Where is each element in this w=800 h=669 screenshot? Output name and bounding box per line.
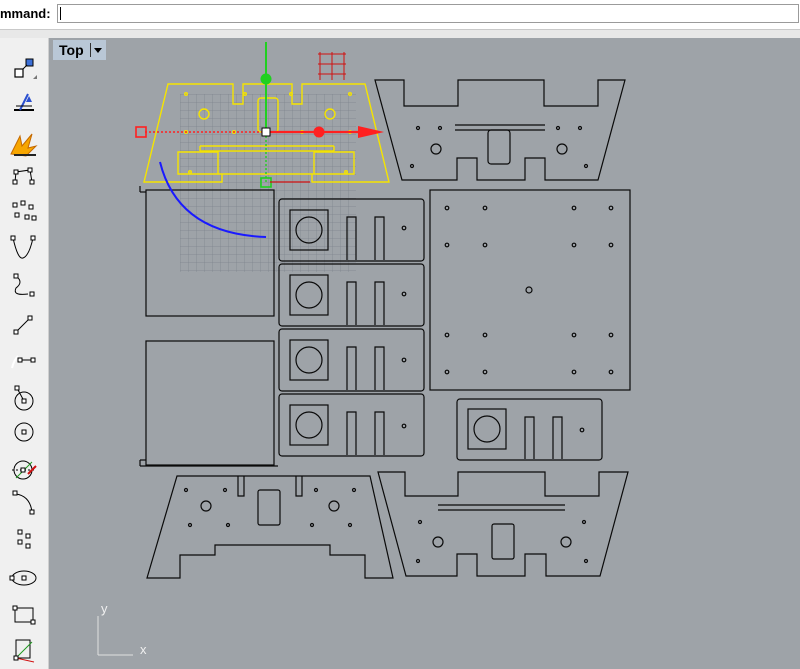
- toolbar-separator: [0, 30, 800, 38]
- circle-3-point-icon[interactable]: [6, 454, 40, 484]
- curve-through-points-icon[interactable]: [6, 196, 40, 226]
- construction-grid: [180, 94, 356, 272]
- x-scale-handle[interactable]: [313, 126, 325, 138]
- line-segment-icon[interactable]: [6, 310, 40, 340]
- y-scale-handle[interactable]: [260, 73, 272, 85]
- axis-y-label: y: [101, 601, 108, 616]
- explode-icon[interactable]: [6, 128, 40, 158]
- hatch-marker: [318, 52, 346, 80]
- scale-2d-icon[interactable]: [6, 55, 40, 85]
- gumball-icon[interactable]: [6, 634, 40, 664]
- command-prompt-label: mmand:: [0, 6, 51, 21]
- control-point-curve-icon[interactable]: [6, 162, 40, 192]
- rectangle-icon[interactable]: [6, 600, 40, 630]
- sketch-curve-icon[interactable]: [6, 272, 40, 302]
- gumball-origin[interactable]: [261, 127, 271, 137]
- polyline-icon[interactable]: [6, 344, 40, 374]
- viewport-tab[interactable]: Top: [53, 40, 106, 60]
- viewport-tab-label: Top: [59, 42, 84, 58]
- x-axis-end-handle[interactable]: [135, 126, 147, 138]
- extend-to-boundary-icon[interactable]: [6, 88, 40, 118]
- text-caret: [60, 7, 61, 20]
- bracket-part-3: [278, 328, 425, 392]
- circle-tangent-icon[interactable]: [6, 416, 40, 446]
- points-icon[interactable]: [6, 524, 40, 554]
- bracket-part-2: [278, 263, 425, 327]
- arc-start-end-icon[interactable]: [6, 488, 40, 518]
- world-axes-indicator: y x: [97, 601, 147, 657]
- command-bar: mmand:: [0, 0, 800, 30]
- left-toolbar: [0, 38, 49, 669]
- command-input[interactable]: [57, 4, 799, 23]
- top-viewport[interactable]: y x Top: [49, 38, 800, 669]
- chevron-down-icon[interactable]: [89, 43, 103, 57]
- ellipse-icon[interactable]: [6, 562, 40, 592]
- bracket-part-4: [278, 393, 425, 457]
- interpolate-curve-icon[interactable]: [6, 232, 40, 262]
- viewport-canvas[interactable]: y x: [49, 38, 800, 669]
- circle-center-radius-icon[interactable]: [6, 383, 40, 413]
- axis-x-label: x: [140, 642, 147, 657]
